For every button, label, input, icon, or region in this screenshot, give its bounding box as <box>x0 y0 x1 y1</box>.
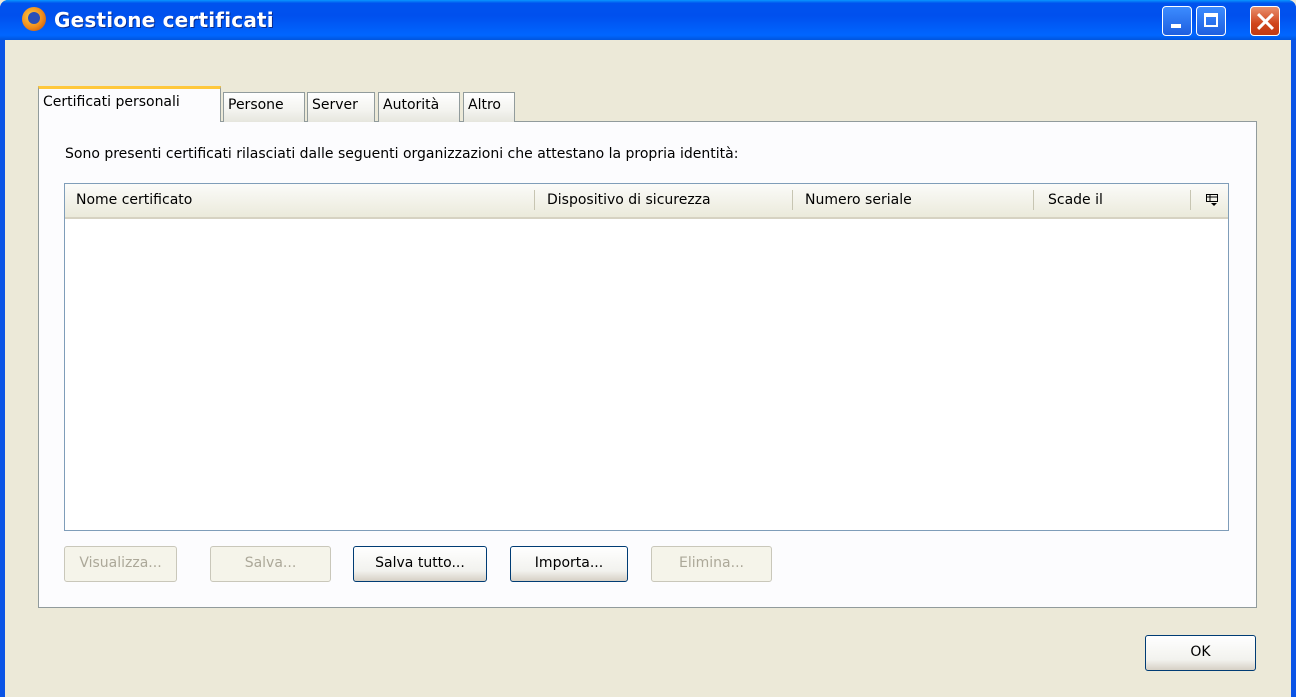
title-bar[interactable]: Gestione certificati <box>0 0 1296 40</box>
certificate-list[interactable]: Nome certificato Dispositivo di sicurezz… <box>64 183 1229 531</box>
tab-label: Server <box>312 97 358 113</box>
tab-label: Autorità <box>383 97 440 113</box>
close-button[interactable] <box>1250 6 1280 36</box>
column-separator[interactable] <box>534 190 535 210</box>
delete-button[interactable]: Elimina... <box>651 546 772 582</box>
save-button[interactable]: Salva... <box>210 546 331 582</box>
firefox-icon <box>22 7 46 31</box>
column-separator[interactable] <box>1190 190 1191 210</box>
tab-label: Certificati personali <box>43 94 180 110</box>
column-header-dispositivo[interactable]: Dispositivo di sicurezza <box>547 192 711 208</box>
minimize-icon <box>1171 24 1181 28</box>
minimize-button[interactable] <box>1162 6 1192 36</box>
save-all-button[interactable]: Salva tutto... <box>353 546 487 582</box>
window-title: Gestione certificati <box>54 8 274 32</box>
column-header-nome[interactable]: Nome certificato <box>76 192 192 208</box>
view-button[interactable]: Visualizza... <box>64 546 177 582</box>
maximize-icon <box>1204 13 1218 27</box>
maximize-button[interactable] <box>1196 6 1226 36</box>
column-picker-icon[interactable] <box>1206 194 1218 206</box>
tab-server[interactable]: Server <box>307 92 375 122</box>
ok-button[interactable]: OK <box>1145 635 1256 671</box>
panel-description: Sono presenti certificati rilasciati dal… <box>65 146 739 162</box>
tab-persone[interactable]: Persone <box>223 92 305 122</box>
tab-autorita[interactable]: Autorità <box>378 92 460 122</box>
column-separator[interactable] <box>1033 190 1034 210</box>
tab-certificati-personali[interactable]: Certificati personali <box>38 86 221 122</box>
column-header-scade-il[interactable]: Scade il <box>1048 192 1103 208</box>
tab-altro[interactable]: Altro <box>463 92 515 122</box>
list-header: Nome certificato Dispositivo di sicurezz… <box>65 184 1228 219</box>
tab-label: Altro <box>468 97 501 113</box>
import-button[interactable]: Importa... <box>510 546 628 582</box>
tab-label: Persone <box>228 97 284 113</box>
column-separator[interactable] <box>792 190 793 210</box>
column-header-numero-seriale[interactable]: Numero seriale <box>805 192 912 208</box>
